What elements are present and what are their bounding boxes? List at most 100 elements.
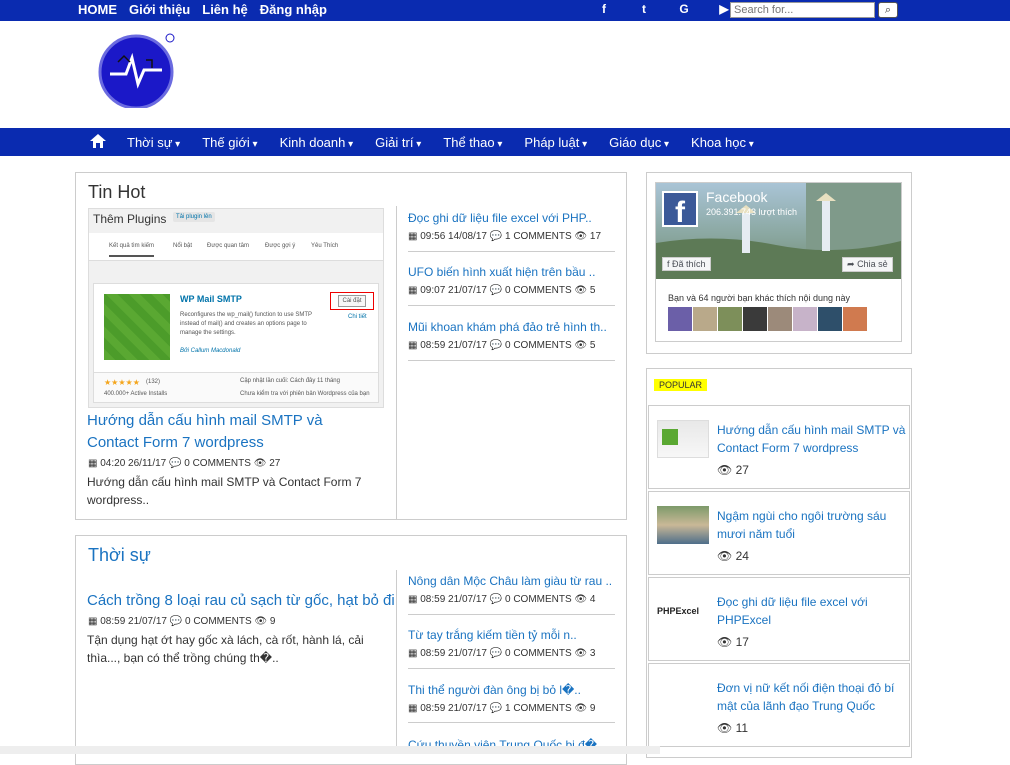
- meta-comments[interactable]: 0 COMMENTS: [505, 340, 572, 351]
- side-article-title[interactable]: Thi thể người đàn ông bị bỏ l�..: [408, 683, 581, 697]
- meta-views: 4: [589, 594, 596, 605]
- thoi-su-main-title[interactable]: Cách trồng 8 loại rau củ sạch từ gốc, hạ…: [87, 590, 395, 612]
- facebook-share-button[interactable]: ➦ Chia sẻ: [842, 257, 893, 272]
- site-logo[interactable]: [96, 32, 176, 108]
- meta-views: 17: [589, 231, 602, 242]
- popular-title[interactable]: Hướng dẫn cấu hình mail SMTP và Contact …: [717, 421, 907, 457]
- social-links: f t G ▶: [584, 2, 744, 16]
- meta-comments[interactable]: 0 COMMENTS: [185, 616, 252, 627]
- thumb-tab: Nổi bật: [173, 243, 193, 249]
- avatar[interactable]: [743, 307, 767, 331]
- facebook-friends-text: Bạn và 64 người bạn khác thích nội dung …: [668, 293, 851, 303]
- popular-views: 👁 24: [717, 549, 749, 563]
- nav-item-giao-duc[interactable]: Giáo dục: [609, 135, 669, 150]
- side-article-title[interactable]: Từ tay trắng kiếm tiền tỷ mỗi n..: [408, 628, 577, 642]
- featured-article-title[interactable]: Hướng dẫn cấu hình mail SMTP và Contact …: [87, 410, 377, 454]
- thumb-updated: Cập nhật lần cuối: Cách đây 11 tháng: [240, 378, 340, 384]
- search-input[interactable]: [730, 2, 875, 18]
- meta-comments[interactable]: 0 COMMENTS: [505, 594, 572, 605]
- avatar[interactable]: [718, 307, 742, 331]
- thumb-plugin-footer: ★★★★★ (132) 400.000+ Active Installs Cập…: [94, 372, 378, 402]
- facebook-logo-icon[interactable]: f: [662, 191, 698, 229]
- nav-item-the-gioi[interactable]: Thế giới: [202, 135, 257, 150]
- about-link[interactable]: Giới thiệu: [129, 2, 190, 17]
- avatar[interactable]: [843, 307, 867, 331]
- thumb-upload: Tải plugin lên: [173, 212, 215, 222]
- divider: [408, 305, 615, 306]
- eye-icon: 👁: [253, 458, 267, 469]
- google-icon[interactable]: G: [664, 2, 704, 16]
- avatar[interactable]: [818, 307, 842, 331]
- divider: [408, 668, 615, 669]
- contact-link[interactable]: Liên hệ: [202, 2, 248, 17]
- nav-item-thoi-su[interactable]: Thời sự: [127, 135, 180, 150]
- meta-time: 08:59 21/07/17: [420, 340, 487, 351]
- divider: [408, 251, 615, 252]
- avatar[interactable]: [768, 307, 792, 331]
- facebook-icon[interactable]: f: [584, 2, 624, 16]
- thumb-plugin-card: WP Mail SMTP Reconfigures the wp_mail() …: [93, 283, 379, 403]
- popular-title[interactable]: Đơn vị nữ kết nối điện thoại đỏ bí mật c…: [717, 679, 907, 715]
- side-article-meta: ▦ 08:59 21/07/17 💬 0 COMMENTS 👁 5: [408, 340, 596, 351]
- meta-comments[interactable]: 0 COMMENTS: [505, 285, 572, 296]
- facebook-like-count: 206.391.743 lượt thích: [706, 207, 797, 217]
- search-button[interactable]: ⌕: [878, 2, 898, 18]
- thumb-plugin-image: [104, 294, 170, 360]
- section-title-thoi-su[interactable]: Thời sự: [88, 545, 151, 566]
- meta-comments[interactable]: 1 COMMENTS: [505, 703, 572, 714]
- side-article-meta: ▦ 08:59 21/07/17 💬 0 COMMENTS 👁 4: [408, 594, 596, 605]
- facebook-liked-button[interactable]: f Đã thích: [662, 257, 711, 271]
- popular-item[interactable]: Hướng dẫn cấu hình mail SMTP và Contact …: [648, 405, 910, 489]
- nav-item-kinh-doanh[interactable]: Kinh doanh: [280, 135, 354, 150]
- thumb-installs: 400.000+ Active Installs: [104, 391, 168, 397]
- nav-item-khoa-hoc[interactable]: Khoa học: [691, 135, 754, 150]
- facebook-page-name[interactable]: Facebook: [706, 189, 767, 205]
- column-divider: [396, 570, 397, 754]
- meta-time: 09:56 14/08/17: [420, 231, 487, 242]
- twitter-icon[interactable]: t: [624, 2, 664, 16]
- home-icon[interactable]: [90, 134, 106, 148]
- featured-article-excerpt: Hướng dẫn cấu hình mail SMTP và Contact …: [87, 475, 362, 507]
- nav-item-the-thao[interactable]: Thể thao: [443, 135, 502, 150]
- views-count: 17: [735, 635, 749, 649]
- popular-thumbnail[interactable]: PHPExcel: [657, 592, 709, 630]
- top-bar: HOME Giới thiệu Liên hệ Đăng nhập f t G …: [0, 0, 1010, 21]
- comment-icon: 💬: [169, 458, 182, 469]
- nav-item-giai-tri[interactable]: Giải trí: [375, 135, 421, 150]
- home-link[interactable]: HOME: [78, 2, 117, 17]
- avatar[interactable]: [668, 307, 692, 331]
- featured-thumbnail[interactable]: Thêm Plugins Tải plugin lên Kết quả tìm …: [88, 208, 384, 408]
- meta-views: 5: [589, 285, 596, 296]
- facebook-page-plugin: f Facebook 206.391.743 lượt thích f Đã t…: [655, 182, 902, 342]
- meta-comments[interactable]: 0 COMMENTS: [505, 648, 572, 659]
- avatar[interactable]: [693, 307, 717, 331]
- thumb-plugin-desc: Reconfigures the wp_mail() function to u…: [180, 312, 312, 336]
- thumb-header: Thêm Plugins: [93, 212, 167, 226]
- side-article-title[interactable]: Đọc ghi dữ liệu file excel với PHP..: [408, 211, 592, 225]
- popular-thumbnail[interactable]: [657, 420, 709, 458]
- avatar[interactable]: [793, 307, 817, 331]
- thumb-details: Chi tiết: [348, 314, 367, 320]
- popular-item[interactable]: PHPExcel Đọc ghi dữ liệu file excel với …: [648, 577, 910, 661]
- meta-views: 3: [589, 648, 596, 659]
- popular-title[interactable]: Ngậm ngùi cho ngôi trường sáu mươi năm t…: [717, 507, 907, 543]
- meta-comments[interactable]: 1 COMMENTS: [505, 231, 572, 242]
- meta-comments[interactable]: 0 COMMENTS: [184, 458, 251, 469]
- popular-item[interactable]: Đơn vị nữ kết nối điện thoại đỏ bí mật c…: [648, 663, 910, 747]
- facebook-cover-image: f Facebook 206.391.743 lượt thích f Đã t…: [656, 183, 901, 279]
- side-article-title[interactable]: Nông dân Mộc Châu làm giàu từ rau ..: [408, 574, 612, 588]
- side-article-title[interactable]: Mũi khoan khám phá đảo trẻ hình th..: [408, 320, 607, 334]
- thumb-plugin-author: Bởi Callum Macdonald: [180, 348, 241, 354]
- status-bar: [0, 746, 660, 754]
- calendar-icon: ▦: [88, 458, 98, 469]
- side-article-title[interactable]: UFO biến hình xuất hiện trên bầu ..: [408, 265, 595, 279]
- popular-thumbnail[interactable]: [657, 506, 709, 544]
- nav-item-phap-luat[interactable]: Pháp luật: [524, 135, 587, 150]
- popular-title[interactable]: Đọc ghi dữ liệu file excel với PHPExcel: [717, 593, 907, 629]
- thoi-su-main-excerpt: Tận dụng hạt ớt hay gốc xà lách, cà rốt,…: [87, 633, 364, 665]
- thumb-install-label: Cài đặt: [338, 295, 366, 307]
- side-article-meta: ▦ 09:56 14/08/17 💬 1 COMMENTS 👁 17: [408, 231, 602, 242]
- login-link[interactable]: Đăng nhập: [260, 2, 327, 17]
- top-links: HOME Giới thiệu Liên hệ Đăng nhập: [78, 2, 327, 17]
- popular-item[interactable]: Ngậm ngùi cho ngôi trường sáu mươi năm t…: [648, 491, 910, 575]
